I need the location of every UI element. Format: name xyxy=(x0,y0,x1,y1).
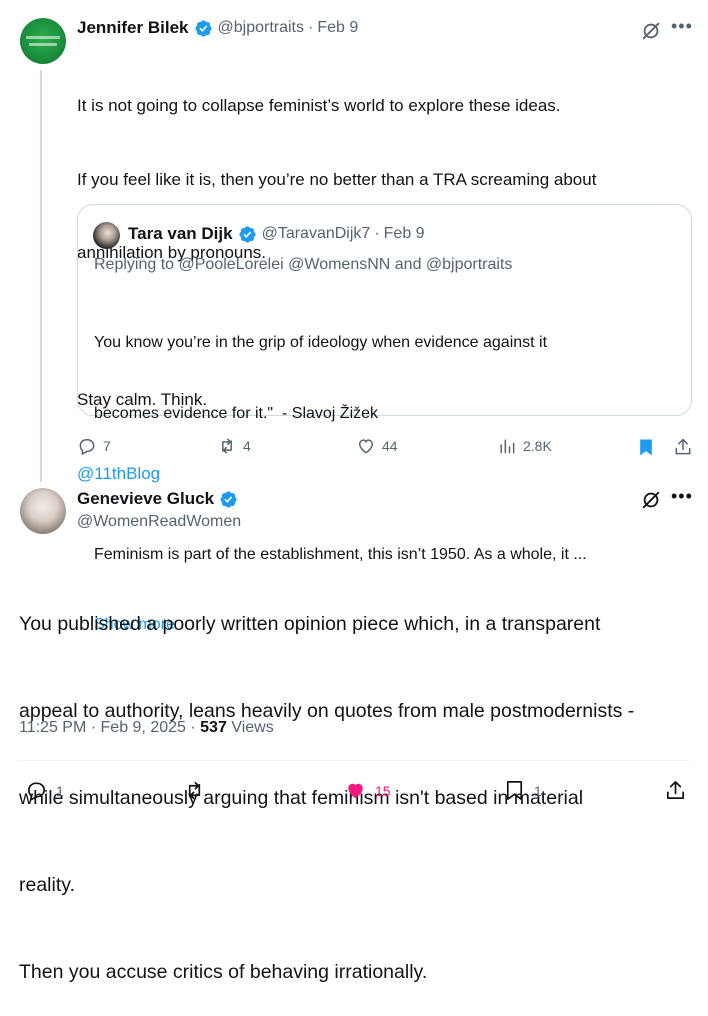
author-name[interactable]: Jennifer Bilek xyxy=(77,18,189,38)
quote-text-line: becomes evidence for it." - Slavoj Žižek xyxy=(94,404,379,422)
grok-icon[interactable] xyxy=(640,20,662,42)
author-handle[interactable]: @bjportraits xyxy=(218,19,305,37)
views-label: Views xyxy=(231,719,274,736)
quote-header: Tara van Dijk @TaravanDijk7 · Feb 9 xyxy=(128,224,425,244)
like-icon xyxy=(348,783,363,799)
quote-time[interactable]: Feb 9 xyxy=(384,225,425,243)
reply-button[interactable]: 7 xyxy=(77,436,111,456)
reply-button[interactable]: 1 xyxy=(25,779,64,802)
like-button[interactable]: 44 xyxy=(356,436,398,456)
separator-dot: · xyxy=(374,225,380,242)
avatar-jennifer-bilek[interactable] xyxy=(20,18,66,64)
reply-count: 7 xyxy=(103,438,111,454)
tweet-text-line: reality. xyxy=(19,874,75,896)
like-count: 15 xyxy=(375,782,391,799)
quote-author-name[interactable]: Tara van Dijk xyxy=(128,224,233,244)
verified-icon xyxy=(238,225,256,243)
tweet-timestamp[interactable]: 11:25 PM · Feb 9, 2025 xyxy=(19,719,186,736)
avatar-genevieve-gluck[interactable] xyxy=(20,488,66,534)
reply-icon xyxy=(27,782,46,802)
bookmark-icon[interactable] xyxy=(636,437,656,457)
bookmark-button[interactable]: 1 xyxy=(503,779,542,802)
more-icon[interactable]: ••• xyxy=(671,16,693,37)
tweet-text-line: If you feel like it is, then you’re no b… xyxy=(77,169,597,189)
tweet-meta: 11:25 PM · Feb 9, 2025 · 537 Views xyxy=(19,719,274,737)
like-icon xyxy=(358,439,374,454)
quote-text-line: You know you’re in the grip of ideology … xyxy=(94,334,548,351)
repost-button[interactable]: 4 xyxy=(217,436,251,456)
views-button[interactable]: 2.8K xyxy=(497,436,552,456)
avatar-tara-van-dijk[interactable] xyxy=(93,222,120,249)
repost-icon xyxy=(188,781,201,800)
reply-count: 1 xyxy=(56,782,64,799)
more-icon[interactable]: ••• xyxy=(671,486,693,507)
quote-author-handle[interactable]: @TaravanDijk7 xyxy=(262,225,371,243)
divider xyxy=(18,760,690,761)
thread-connector-line xyxy=(40,70,42,482)
verified-icon xyxy=(194,19,212,37)
share-icon[interactable] xyxy=(673,437,693,457)
verified-icon xyxy=(220,490,237,508)
grok-icon[interactable] xyxy=(640,489,662,511)
tweet-text-line: It is not going to collapse feminist’s w… xyxy=(77,96,561,115)
share-button[interactable] xyxy=(664,779,687,802)
like-count: 44 xyxy=(382,438,398,454)
repost-icon xyxy=(222,438,232,454)
separator-dot: · xyxy=(190,719,201,736)
bookmark-count: 1 xyxy=(534,782,542,799)
repost-button[interactable] xyxy=(183,779,206,802)
author-name[interactable]: Genevieve Gluck xyxy=(77,489,214,509)
author-handle[interactable]: @WomenReadWomen xyxy=(77,513,241,531)
tweet-time[interactable]: Feb 9 xyxy=(317,19,358,37)
tweet2-body: You published a poorly written opinion p… xyxy=(19,552,634,1016)
tweet-text-line: while simultaneously arguing that femini… xyxy=(19,787,584,809)
like-button[interactable]: 15 xyxy=(344,779,391,802)
repost-count: 4 xyxy=(243,438,251,454)
views-count: 537 xyxy=(200,719,227,736)
share-icon xyxy=(666,781,685,800)
reply-icon xyxy=(79,439,95,456)
tweet-text-line: You published a poorly written opinion p… xyxy=(19,613,601,635)
replying-to[interactable]: Replying to @PooleLorelei @WomensNN and … xyxy=(94,256,512,274)
views-count: 2.8K xyxy=(523,438,552,454)
avatar-logo-mark xyxy=(26,36,60,39)
views-icon xyxy=(500,439,515,454)
bookmark-icon xyxy=(506,781,523,800)
tweet2-header: Genevieve Gluck xyxy=(77,489,243,509)
separator-dot: · xyxy=(308,19,314,36)
tweet1-header: Jennifer Bilek @bjportraits · Feb 9 xyxy=(77,18,358,38)
avatar-logo-mark xyxy=(29,43,57,46)
tweet-text-line: Then you accuse critics of behaving irra… xyxy=(19,961,428,983)
